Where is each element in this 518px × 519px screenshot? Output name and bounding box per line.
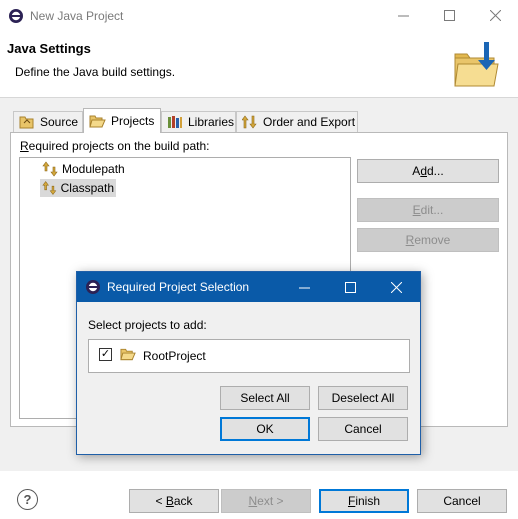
libraries-icon bbox=[168, 116, 182, 128]
tree-item-classpath[interactable]: Classpath bbox=[40, 179, 116, 197]
tab-source[interactable]: Source bbox=[13, 111, 83, 132]
window-title: New Java Project bbox=[30, 9, 124, 23]
tab-label: Source bbox=[40, 115, 79, 129]
finish-button[interactable]: Finish bbox=[319, 489, 409, 513]
tree-item-label: Classpath bbox=[60, 181, 114, 195]
next-button[interactable]: Next > bbox=[221, 489, 311, 513]
tab-label: Libraries bbox=[188, 115, 235, 129]
minimize-icon[interactable] bbox=[380, 0, 426, 31]
back-button[interactable]: < Back bbox=[129, 489, 219, 513]
remove-button[interactable]: Remove bbox=[357, 228, 499, 252]
help-icon[interactable]: ? bbox=[17, 489, 38, 510]
dialog-close-icon[interactable] bbox=[373, 272, 419, 302]
dialog-maximize-icon[interactable] bbox=[327, 272, 373, 302]
close-icon[interactable] bbox=[472, 0, 518, 31]
dialog-titlebar: Required Project Selection bbox=[77, 272, 420, 302]
required-projects-label: Required projects on the build path: bbox=[20, 139, 210, 153]
eclipse-app-icon bbox=[9, 9, 23, 23]
tree-item-modulepath[interactable]: Modulepath bbox=[40, 160, 132, 178]
dialog-cancel-button[interactable]: Cancel bbox=[318, 417, 408, 441]
projects-checklist[interactable]: ✓ RootProject bbox=[88, 339, 410, 373]
projects-folder-icon bbox=[89, 115, 106, 128]
classpath-container-icon bbox=[42, 181, 57, 195]
tab-libraries[interactable]: Libraries bbox=[161, 111, 236, 132]
page-description: Define the Java build settings. bbox=[15, 65, 176, 79]
select-all-button[interactable]: Select All bbox=[220, 386, 310, 410]
tab-order-and-export[interactable]: Order and Export bbox=[236, 111, 358, 132]
dialog-title: Required Project Selection bbox=[107, 280, 250, 294]
project-item-label: RootProject bbox=[143, 349, 206, 363]
add-button[interactable]: Ad d... bbox=[357, 159, 499, 183]
order-export-icon bbox=[242, 115, 257, 129]
deselect-all-button[interactable]: Deselect All bbox=[318, 386, 408, 410]
ok-button[interactable]: OK bbox=[220, 417, 310, 441]
tab-label: Projects bbox=[111, 114, 155, 128]
eclipse-app-icon bbox=[86, 280, 100, 294]
page-title: Java Settings bbox=[7, 41, 91, 56]
project-folder-icon bbox=[120, 348, 136, 361]
source-folder-icon bbox=[19, 116, 34, 129]
classpath-container-icon bbox=[42, 161, 58, 177]
cancel-button[interactable]: Cancel bbox=[417, 489, 507, 513]
tab-projects[interactable]: Projects bbox=[83, 108, 161, 133]
new-project-folder-icon bbox=[454, 42, 499, 87]
dialog-minimize-icon[interactable] bbox=[281, 272, 327, 302]
rootproject-checkbox[interactable]: ✓ bbox=[99, 348, 112, 361]
tree-item-label: Modulepath bbox=[62, 162, 125, 176]
maximize-icon[interactable] bbox=[426, 0, 472, 31]
select-projects-label: Select projects to add: bbox=[88, 318, 207, 332]
tab-label: Order and Export bbox=[263, 115, 356, 129]
required-project-selection-dialog: Required Project Selection Select projec… bbox=[76, 271, 421, 455]
edit-button[interactable]: Edit... bbox=[357, 198, 499, 222]
